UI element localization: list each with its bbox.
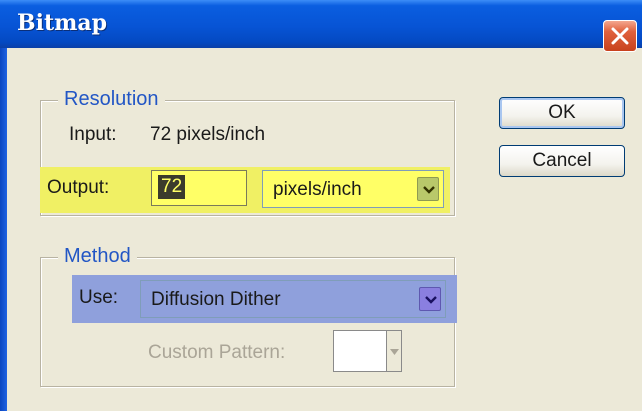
output-resolution-value: 72 xyxy=(158,175,186,199)
output-label: Output: xyxy=(47,177,110,198)
method-use-value: Diffusion Dither xyxy=(151,289,281,310)
chevron-down-icon xyxy=(425,296,437,304)
output-unit-dropdown-button[interactable] xyxy=(417,177,439,201)
close-icon xyxy=(611,27,629,45)
custom-pattern-label: Custom Pattern: xyxy=(148,342,286,363)
resolution-group-label: Resolution xyxy=(58,88,165,111)
bitmap-dialog: Bitmap Resolution Input: 72 pixels/inch … xyxy=(0,0,642,411)
chevron-down-icon xyxy=(423,186,435,194)
method-dropdown-button[interactable] xyxy=(419,287,441,311)
close-button[interactable] xyxy=(603,20,637,52)
chevron-down-icon xyxy=(390,349,399,355)
method-group-label: Method xyxy=(58,245,137,268)
window-left-border xyxy=(0,48,7,411)
output-resolution-input[interactable]: 72 xyxy=(151,170,247,206)
output-unit-value: pixels/inch xyxy=(273,179,362,200)
input-resolution-value: 72 pixels/inch xyxy=(150,124,266,145)
window-title: Bitmap xyxy=(17,10,108,36)
custom-pattern-dropdown-button xyxy=(386,330,402,372)
use-label: Use: xyxy=(79,287,119,308)
output-unit-select[interactable]: pixels/inch xyxy=(262,170,444,208)
method-use-select[interactable]: Diffusion Dither xyxy=(140,280,446,318)
input-label: Input: xyxy=(69,124,117,145)
title-bar[interactable]: Bitmap xyxy=(0,0,642,52)
custom-pattern-swatch xyxy=(333,330,387,372)
cancel-button[interactable]: Cancel xyxy=(499,145,625,177)
ok-button[interactable]: OK xyxy=(499,97,625,129)
